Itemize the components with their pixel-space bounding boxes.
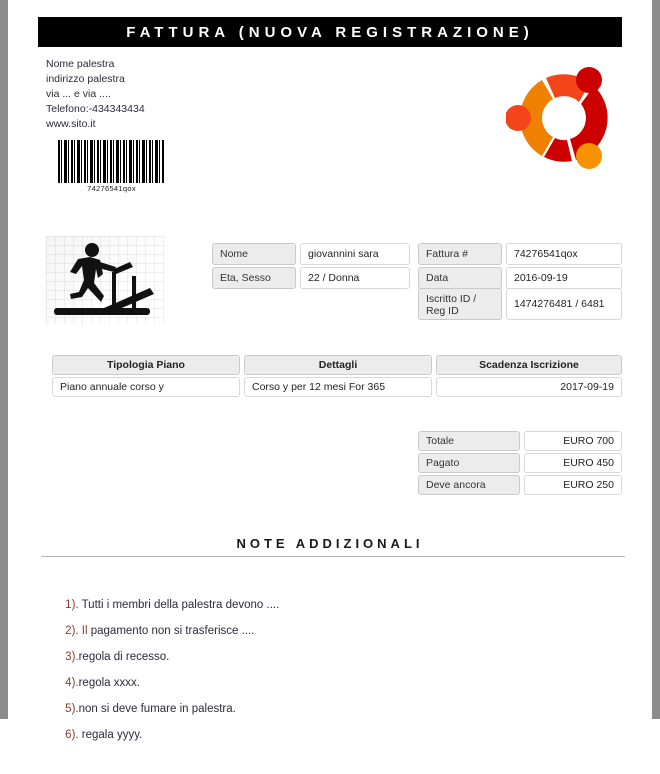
total-label-deve-ancora: Deve ancora [418,475,520,495]
note-number: 1). [65,599,79,611]
total-value-deve-ancora: EURO 250 [524,475,622,495]
detail-label-fattura: Fattura # [418,243,502,265]
barcode-value: 74276541qox [87,184,136,193]
total-label-totale: Totale [418,431,520,451]
plan-header-dettagli: Dettagli [244,355,432,375]
invoice-page: FATTURA (NUOVA REGISTRAZIONE) Nome pales… [8,0,652,741]
note-text: non si deve fumare in palestra. [78,703,236,715]
gym-info-block: Nome palestra indirizzo palestra via ...… [46,57,145,132]
plan-cell-dettagli: Corso y per 12 mesi For 365 [244,377,432,397]
detail-label-eta-sesso: Eta, Sesso [212,267,296,289]
gym-name: Nome palestra [46,58,115,70]
note-number: 3). [65,651,79,663]
page-right-margin [652,0,660,719]
detail-label-iscritto-id: Iscritto ID / Reg ID [418,288,502,320]
note-text: regola di recesso. [78,651,170,663]
note-number: 2). [65,625,79,637]
notes-divider [41,556,625,557]
detail-value-fattura: 74276541qox [506,243,622,265]
plan-cell-tipologia: Piano annuale corso y [52,377,240,397]
plan-cell-scadenza: 2017-09-19 [436,377,622,397]
total-label-pagato: Pagato [418,453,520,473]
note-text: pagamento non si trasferisce .... [87,625,255,637]
invoice-title-bar: FATTURA (NUOVA REGISTRAZIONE) [38,17,622,47]
gym-website: www.sito.it [46,118,96,130]
note-text: regala yyyy. [78,729,143,741]
notes-heading: NOTE ADDIZIONALI [236,536,424,551]
treadmill-runner-icon [46,236,164,324]
note-text: regola xxxx. [78,677,140,689]
barcode-icon [58,140,165,183]
detail-value-nome: giovannini sara [300,243,410,265]
detail-value-data: 2016-09-19 [506,267,622,289]
gym-address-line2: via ... e via .... [46,88,111,100]
note-number: 5). [65,703,79,715]
gym-address-line1: indirizzo palestra [46,73,125,85]
detail-label-data: Data [418,267,502,289]
barcode: 74276541qox [58,140,165,193]
page-left-margin [0,0,8,719]
detail-value-eta-sesso: 22 / Donna [300,267,410,289]
note-item: 1). Tutti i membri della palestra devono… [46,566,606,611]
ubuntu-logo [505,62,622,174]
note-number: 4). [65,677,79,689]
notes-list: 1). Tutti i membri della palestra devono… [46,566,606,741]
plan-header-tipologia: Tipologia Piano [52,355,240,375]
total-value-totale: EURO 700 [524,431,622,451]
detail-label-nome: Nome [212,243,296,265]
total-value-pagato: EURO 450 [524,453,622,473]
gym-phone: Telefono:-434343434 [46,103,145,115]
note-accent: Il [78,625,88,637]
note-number: 6). [65,729,79,741]
detail-value-iscritto-id: 1474276481 / 6481 [506,288,622,320]
plan-header-scadenza: Scadenza Iscrizione [436,355,622,375]
note-text: Tutti i membri della palestra devono ...… [78,599,280,611]
